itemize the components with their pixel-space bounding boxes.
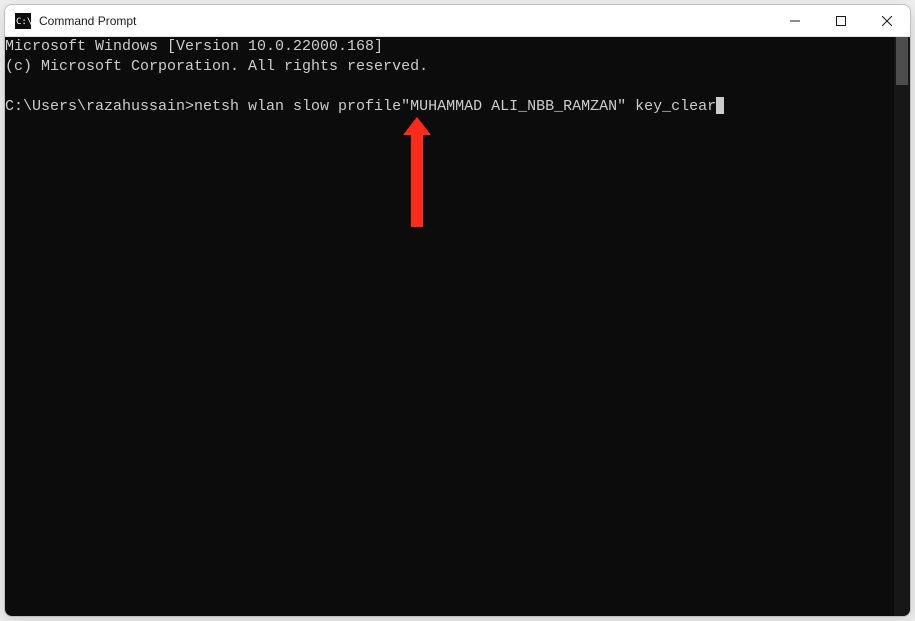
- titlebar[interactable]: C:\ Command Prompt: [5, 5, 910, 37]
- vertical-scrollbar[interactable]: [894, 37, 910, 616]
- maximize-button[interactable]: [818, 5, 864, 36]
- command-text: netsh wlan slow profile"MUHAMMAD ALI_NBB…: [194, 98, 716, 115]
- scrollbar-thumb[interactable]: [896, 37, 908, 85]
- close-button[interactable]: [864, 5, 910, 36]
- cmd-icon: C:\: [15, 13, 31, 29]
- version-line: Microsoft Windows [Version 10.0.22000.16…: [5, 38, 383, 55]
- minimize-button[interactable]: [772, 5, 818, 36]
- prompt-text: C:\Users\razahussain>: [5, 98, 194, 115]
- text-cursor: [716, 97, 724, 114]
- terminal-output: Microsoft Windows [Version 10.0.22000.16…: [5, 37, 910, 117]
- minimize-icon: [790, 16, 800, 26]
- copyright-line: (c) Microsoft Corporation. All rights re…: [5, 58, 428, 75]
- window-controls: [772, 5, 910, 36]
- svg-text:C:\: C:\: [16, 17, 31, 27]
- terminal-area[interactable]: Microsoft Windows [Version 10.0.22000.16…: [5, 37, 910, 616]
- window-title: Command Prompt: [39, 14, 772, 28]
- cmd-window: C:\ Command Prompt Micr: [4, 4, 911, 617]
- close-icon: [882, 16, 892, 26]
- maximize-icon: [836, 16, 846, 26]
